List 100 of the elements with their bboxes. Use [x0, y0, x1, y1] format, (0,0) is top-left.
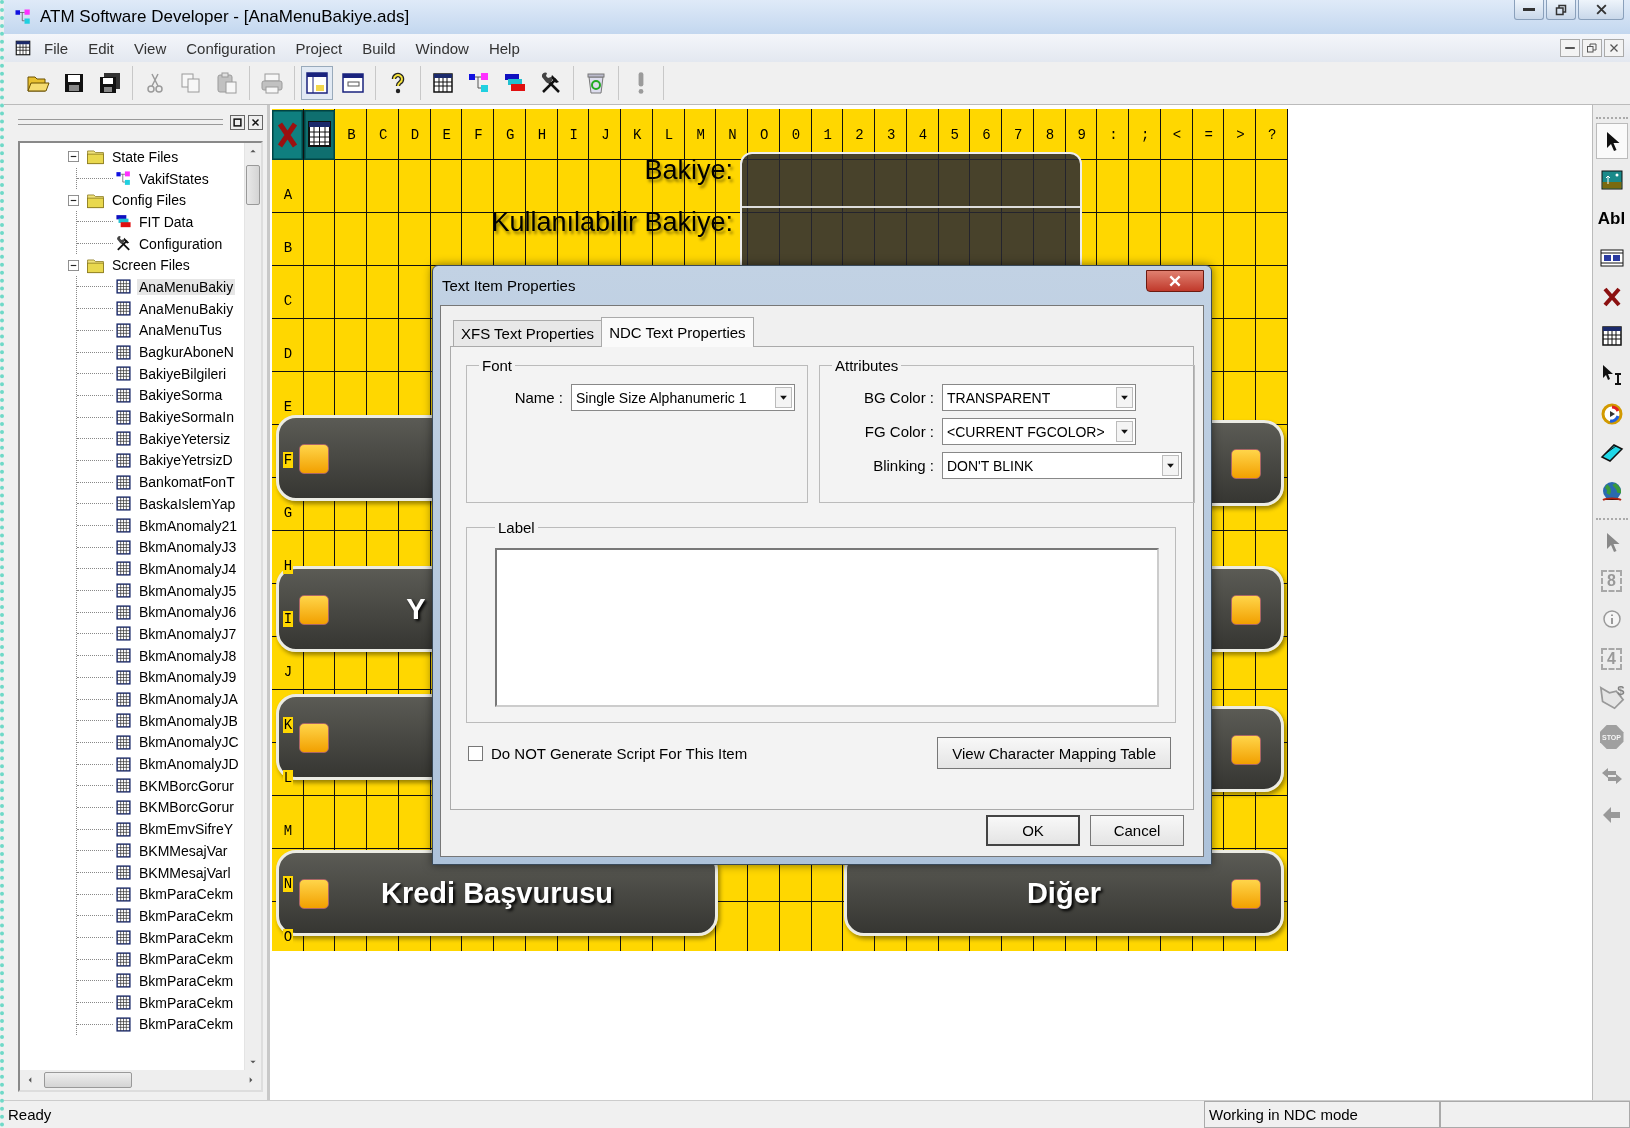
menu-item[interactable]: Edit: [80, 37, 123, 59]
close-button[interactable]: [1578, 0, 1624, 20]
menu-item[interactable]: Build: [354, 37, 404, 59]
tree-item[interactable]: BagkurAboneN: [137, 344, 236, 361]
tree-item[interactable]: BKMMesajVar: [137, 842, 230, 859]
diagram-icon: [467, 71, 491, 95]
tree-item[interactable]: Configuration: [137, 235, 225, 252]
restore-button[interactable]: [1546, 0, 1576, 20]
tree-item[interactable]: BkmParaCekm: [137, 907, 236, 924]
tree-item[interactable]: BkmAnomalyJ7: [137, 625, 239, 642]
collapse-toggle[interactable]: [68, 194, 79, 206]
tab[interactable]: NDC Text Properties: [601, 317, 754, 347]
checkbox[interactable]: [468, 745, 483, 761]
tree-item[interactable]: AnaMenuBakiy: [137, 278, 236, 295]
tree-item[interactable]: BaskaIslemYap: [137, 495, 238, 512]
tree-item[interactable]: BkmEmvSifreY: [137, 821, 236, 838]
tab[interactable]: XFS Text Properties: [453, 320, 603, 346]
horizontal-scrollbar[interactable]: [20, 1070, 261, 1090]
menu-item[interactable]: File: [36, 37, 77, 59]
tree-item[interactable]: BakiyeYetersiz: [137, 430, 233, 447]
tree-item[interactable]: BkmAnomalyJD: [137, 756, 241, 773]
mapping-table-button[interactable]: View Character Mapping Table: [937, 737, 1171, 769]
tree-item[interactable]: BkmAnomalyJ5: [137, 582, 239, 599]
cross-button-icon[interactable]: [272, 109, 304, 160]
tree-item[interactable]: BakiyeYetrsizD: [137, 452, 235, 469]
tree-item[interactable]: BkmAnomalyJ9: [137, 669, 239, 686]
row-header: H: [282, 558, 294, 574]
collapse-toggle[interactable]: [68, 151, 79, 163]
tree-item[interactable]: BkmParaCekm: [137, 994, 236, 1011]
menu-item[interactable]: Window: [407, 37, 477, 59]
key-label: Y: [406, 592, 426, 626]
tree-item[interactable]: AnaMenuBakiy: [137, 300, 236, 317]
menu-item[interactable]: View: [126, 37, 175, 59]
table-icon: [115, 885, 132, 903]
tree-item[interactable]: BankomatFonT: [137, 474, 237, 491]
minimize-button[interactable]: [1560, 39, 1580, 57]
tree-item[interactable]: BakiyeBilgileri: [137, 365, 229, 382]
column-header: 3: [885, 125, 897, 145]
indicator-square: [299, 723, 329, 753]
table-icon[interactable]: [14, 39, 32, 57]
tree-item[interactable]: BkmParaCekm: [137, 972, 236, 989]
tree-item[interactable]: VakifStates: [137, 170, 211, 187]
dropdown[interactable]: <CURRENT FGCOLOR>: [942, 418, 1136, 445]
tree-item[interactable]: BakiyeSorma: [137, 387, 225, 404]
tree-item[interactable]: BKMBorcGorur: [137, 777, 236, 794]
tree-item[interactable]: BkmAnomalyJ8: [137, 647, 239, 664]
dropdown[interactable]: DON'T BLINK: [942, 452, 1182, 479]
tree-item[interactable]: BkmAnomalyJ4: [137, 560, 239, 577]
dropdown[interactable]: TRANSPARENT: [942, 384, 1136, 411]
table-icon: [115, 517, 132, 535]
field-label: FG Color :: [863, 423, 934, 440]
toolbar-button[interactable]: [301, 66, 333, 100]
dialog-button[interactable]: Cancel: [1090, 815, 1184, 846]
scroll-thumb[interactable]: [44, 1072, 132, 1088]
tree-item[interactable]: BkmAnomaly21: [137, 517, 240, 534]
restore-button[interactable]: [230, 114, 245, 130]
tree-item[interactable]: BkmParaCekm: [137, 951, 236, 968]
checkbox-label: Do NOT Generate Script For This Item: [491, 744, 748, 762]
table-icon: [1599, 324, 1624, 348]
menu-item[interactable]: Project: [287, 37, 351, 59]
dialog-button[interactable]: OK: [986, 815, 1080, 846]
tree-item[interactable]: Config Files: [110, 192, 188, 209]
menu-item[interactable]: Help: [480, 37, 528, 59]
column-header: ?: [1266, 125, 1278, 145]
tree-item[interactable]: AnaMenuTus: [137, 322, 224, 339]
table-icon: [115, 690, 132, 708]
window-icon: [341, 71, 365, 95]
tree-item[interactable]: BkmParaCekm: [137, 1016, 236, 1033]
tree-item[interactable]: BkmParaCekm: [137, 886, 236, 903]
table-button-icon[interactable]: [304, 109, 336, 160]
close-button[interactable]: [248, 114, 263, 130]
minimize-button[interactable]: [1514, 0, 1544, 20]
tree-item[interactable]: BKMBorcGorur: [137, 799, 236, 816]
restore-icon: [1555, 3, 1567, 16]
restore-button[interactable]: [1582, 39, 1602, 57]
menu-item[interactable]: Configuration: [178, 37, 284, 59]
tree-item[interactable]: Screen Files: [110, 257, 192, 274]
tree-item[interactable]: BkmAnomalyJC: [137, 734, 241, 751]
tree-item[interactable]: BkmAnomalyJ6: [137, 604, 239, 621]
scroll-right-icon: [247, 1076, 255, 1084]
tree-item[interactable]: BkmAnomalyJB: [137, 712, 240, 729]
tree-item[interactable]: BkmParaCekm: [137, 929, 236, 946]
tree-item[interactable]: BkmAnomalyJA: [137, 691, 240, 708]
tool-button[interactable]: Abl: [1595, 201, 1628, 237]
close-button[interactable]: [1146, 269, 1204, 292]
collapse-toggle[interactable]: [68, 259, 79, 271]
dropdown[interactable]: Single Size Alphanumeric 1: [571, 384, 795, 411]
tree-item[interactable]: BakiyeSormaIn: [137, 409, 236, 426]
column-header: E: [441, 125, 452, 145]
recycle-bin-icon: [584, 71, 608, 95]
copy-icon: [179, 71, 203, 95]
tree-item[interactable]: FIT Data: [137, 213, 196, 230]
tool-button[interactable]: [1595, 123, 1628, 159]
app-logo-icon: [14, 8, 32, 26]
tree-item[interactable]: BkmAnomalyJ3: [137, 539, 239, 556]
tree-item[interactable]: State Files: [110, 148, 181, 165]
vertical-scrollbar[interactable]: [244, 143, 261, 1070]
scroll-thumb[interactable]: [246, 165, 260, 205]
close-button[interactable]: [1604, 39, 1624, 57]
tree-item[interactable]: BKMMesajVarl: [137, 864, 233, 881]
